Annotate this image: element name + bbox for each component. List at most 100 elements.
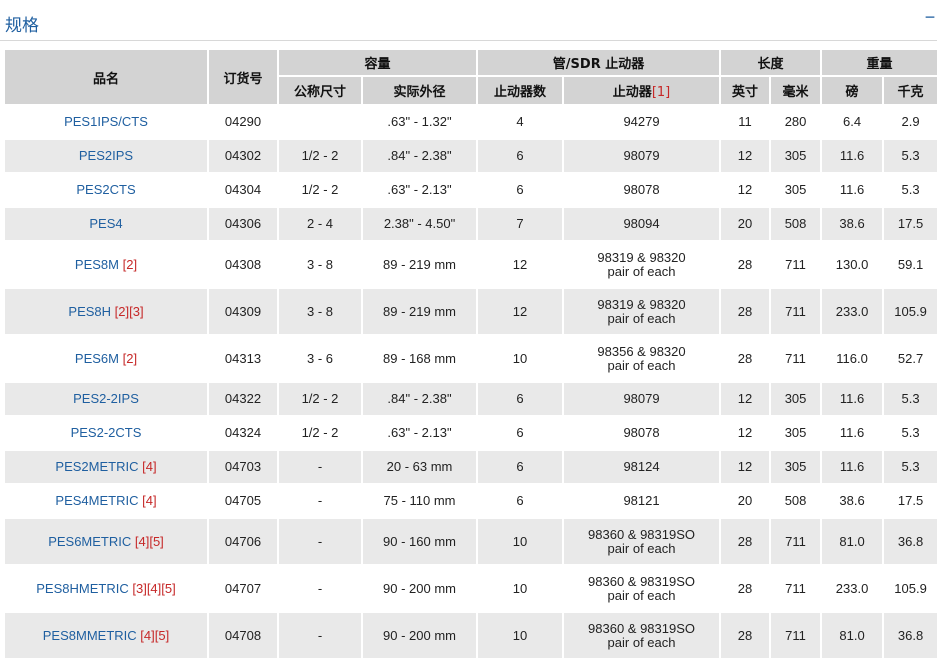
product-name-link[interactable]: PES2-2IPS	[73, 391, 139, 406]
weight-kg-cell: 5.3	[884, 383, 937, 417]
stopper-number: 98121	[623, 493, 660, 508]
order-no-cell: 04308	[209, 242, 279, 289]
stopper-count-cell: 10	[478, 566, 565, 613]
product-name-cell: PES2-2IPS	[5, 383, 209, 417]
weight-lb-cell: 233.0	[822, 566, 885, 613]
product-name-link[interactable]: PES2CTS	[76, 182, 135, 197]
footnote-ref[interactable]: [3][4][5]	[132, 581, 175, 596]
stopper-number: 98319 & 98320	[597, 296, 686, 312]
header-order-no: 订货号	[209, 50, 279, 106]
product-name-link[interactable]: PES8H	[68, 304, 111, 319]
weight-lb-cell: 11.6	[822, 174, 885, 208]
stopper-cell: 98360 & 98319SO pair of each	[564, 566, 722, 613]
weight-lb-cell: 233.0	[822, 289, 885, 336]
length-mm-cell: 711	[771, 519, 823, 566]
table-row: PES1IPS/CTS 04290 .63" - 1.32" 4 94279 11 280 6…	[5, 106, 937, 140]
order-no-cell: 04322	[209, 383, 279, 417]
collapse-icon[interactable]: −	[923, 8, 937, 26]
length-inch-cell: 20	[721, 208, 772, 242]
length-inch-cell: 20	[721, 485, 772, 519]
weight-kg-cell: 36.8	[884, 519, 937, 566]
product-name-link[interactable]: PES2METRIC	[55, 459, 138, 474]
length-inch-cell: 28	[721, 613, 772, 660]
stopper-note: pair of each	[607, 540, 676, 556]
header-stopper-ref[interactable]: [1]	[652, 85, 670, 100]
stopper-count-cell: 12	[478, 289, 565, 336]
stopper-count-cell: 10	[478, 613, 565, 660]
stopper-number: 98319 & 98320	[597, 249, 686, 265]
order-no-cell: 04703	[209, 451, 279, 485]
product-name-cell: PES1IPS/CTS	[5, 106, 209, 140]
weight-lb-cell: 11.6	[822, 451, 885, 485]
actual-od-cell: 90 - 160 mm	[363, 519, 479, 566]
stopper-cell: 98356 & 98320 pair of each	[564, 336, 722, 383]
specs-table-container: 品名 订货号 容量 管/SDR 止动器 长度 重量 公称尺寸 实际外径 止动器数…	[5, 50, 937, 660]
product-name-link[interactable]: PES4METRIC	[55, 493, 138, 508]
weight-kg-cell: 105.9	[884, 289, 937, 336]
product-name-cell: PES8H [2][3]	[5, 289, 209, 336]
product-name-cell: PES2METRIC [4]	[5, 451, 209, 485]
actual-od-cell: 90 - 200 mm	[363, 566, 479, 613]
stopper-number: 98360 & 98319SO	[588, 620, 696, 636]
table-row: PES2CTS 04304 1/2 - 2.63" - 2.13" 6 98078 12 3…	[5, 174, 937, 208]
actual-od-cell: .63" - 2.13"	[363, 174, 479, 208]
length-inch-cell: 12	[721, 451, 772, 485]
stopper-note: pair of each	[607, 263, 676, 279]
stopper-count-cell: 6	[478, 417, 565, 451]
length-inch-cell: 11	[721, 106, 772, 140]
footnote-ref[interactable]: [4]	[142, 493, 156, 508]
length-inch-cell: 28	[721, 242, 772, 289]
product-name-link[interactable]: PES8M	[75, 257, 119, 272]
stopper-count-cell: 6	[478, 383, 565, 417]
header-pipe-sdr-stopper: 管/SDR 止动器	[478, 50, 722, 77]
footnote-ref[interactable]: [4][5]	[135, 534, 164, 549]
table-row: PES8H [2][3] 04309 3 - 8 89 - 219 mm 12 98319…	[5, 289, 937, 336]
stopper-number: 98078	[623, 425, 660, 440]
product-name-cell: PES2IPS	[5, 140, 209, 174]
table-row: PES8M [2] 04308 3 - 8 89 - 219 mm 12 98319 & …	[5, 242, 937, 289]
nominal-size-cell: 3 - 8	[279, 242, 363, 289]
footnote-ref[interactable]: [2]	[123, 351, 137, 366]
length-mm-cell: 305	[771, 451, 823, 485]
table-row: PES4METRIC [4] 04705-75 - 110 mm 6 98121 20 5…	[5, 485, 937, 519]
footnote-ref[interactable]: [2]	[123, 257, 137, 272]
stopper-cell: 98094	[564, 208, 722, 242]
length-inch-cell: 12	[721, 417, 772, 451]
product-name-link[interactable]: PES2-2CTS	[71, 425, 142, 440]
nominal-size-cell: 1/2 - 2	[279, 383, 363, 417]
order-no-cell: 04306	[209, 208, 279, 242]
weight-kg-cell: 36.8	[884, 613, 937, 660]
product-name-link[interactable]: PES8MMETRIC	[43, 628, 137, 643]
specs-table: 品名 订货号 容量 管/SDR 止动器 长度 重量 公称尺寸 实际外径 止动器数…	[5, 50, 937, 660]
product-name-cell: PES2-2CTS	[5, 417, 209, 451]
header-stopper: 止动器[1]	[564, 77, 722, 106]
footnote-ref[interactable]: [4]	[142, 459, 156, 474]
product-name-link[interactable]: PES4	[89, 216, 122, 231]
product-name-link[interactable]: PES6M	[75, 351, 119, 366]
product-name-link[interactable]: PES2IPS	[79, 148, 133, 163]
weight-kg-cell: 52.7	[884, 336, 937, 383]
order-no-cell: 04309	[209, 289, 279, 336]
footnote-ref[interactable]: [4][5]	[140, 628, 169, 643]
stopper-number: 98360 & 98319SO	[588, 526, 696, 542]
weight-kg-cell: 5.3	[884, 451, 937, 485]
weight-lb-cell: 11.6	[822, 383, 885, 417]
stopper-cell: 98079	[564, 383, 722, 417]
weight-kg-cell: 5.3	[884, 174, 937, 208]
product-name-link[interactable]: PES8HMETRIC	[36, 581, 128, 596]
product-name-link[interactable]: PES6METRIC	[48, 534, 131, 549]
header-length: 长度	[721, 50, 823, 77]
stopper-count-cell: 10	[478, 336, 565, 383]
order-no-cell: 04705	[209, 485, 279, 519]
product-name-link[interactable]: PES1IPS/CTS	[64, 114, 148, 129]
length-mm-cell: 305	[771, 383, 823, 417]
footnote-ref[interactable]: [2][3]	[115, 304, 144, 319]
stopper-count-cell: 4	[478, 106, 565, 140]
product-name-cell: PES8MMETRIC [4][5]	[5, 613, 209, 660]
stopper-count-cell: 6	[478, 451, 565, 485]
table-row: PES2IPS 04302 1/2 - 2.84" - 2.38" 6 98079 12 3…	[5, 140, 937, 174]
nominal-size-cell: -	[279, 566, 363, 613]
actual-od-cell: .63" - 1.32"	[363, 106, 479, 140]
section-title: 规格	[5, 16, 39, 36]
nominal-size-cell	[279, 106, 363, 140]
